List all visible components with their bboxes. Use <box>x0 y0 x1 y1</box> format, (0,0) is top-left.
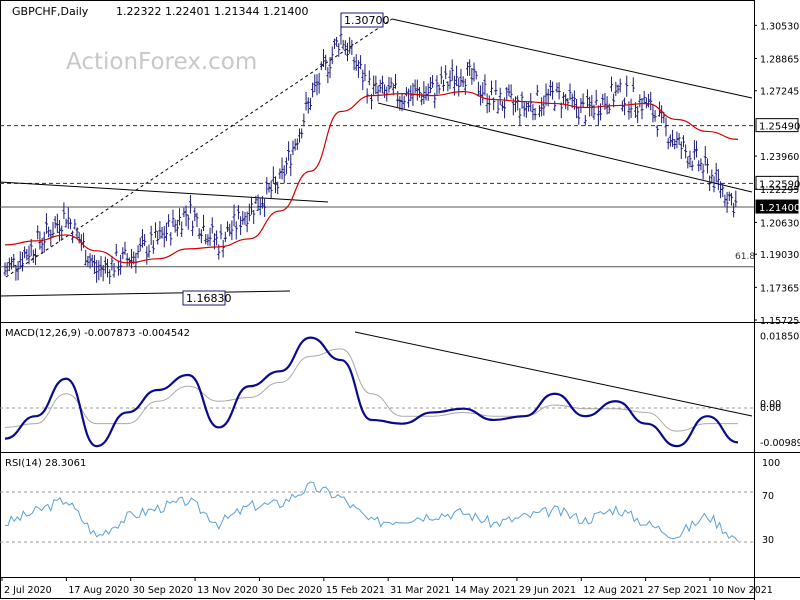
fib-label: 61.8 <box>735 252 755 262</box>
time-tick-label: 14 May 2021 <box>455 585 517 596</box>
time-tick-label: 15 Feb 2021 <box>326 585 385 596</box>
trend-line <box>0 181 329 203</box>
macd-tick-label: 0.00 <box>760 403 781 414</box>
rsi-line <box>4 481 739 542</box>
high-label: 1.30700 <box>344 14 390 27</box>
ohlc-readout: 1.22322 1.22401 1.21344 1.21400 <box>116 5 308 18</box>
macd-line <box>4 336 739 448</box>
rsi-axis: 100 70 30 <box>762 458 780 546</box>
price-tick-label: 1.23960 <box>760 152 799 163</box>
macd-axis: 0.0185080.000.00-0.009891 <box>760 332 800 449</box>
sma-line <box>4 91 739 264</box>
price-tick-label: 1.19030 <box>760 250 799 261</box>
trend-line <box>391 18 753 99</box>
time-tick-label: 27 Sep 2021 <box>648 585 708 596</box>
rsi-tick-label: 100 <box>762 458 780 469</box>
time-tick-label: 30 Sep 2020 <box>133 585 193 596</box>
trend-line <box>377 102 753 193</box>
price-tick-label: 1.22295 <box>760 185 799 196</box>
price-tick-label: 1.21400 <box>759 203 800 214</box>
macd-trend-line <box>354 331 753 417</box>
price-tick-label: 1.28865 <box>760 54 799 65</box>
chart-frame <box>0 0 755 599</box>
time-tick-label: 30 Dec 2020 <box>261 585 322 596</box>
watermark: ActionForex.com <box>66 49 257 75</box>
price-tick-label: 1.15725 <box>760 316 799 327</box>
macd-tick-label: 0.018508 <box>760 332 800 343</box>
time-axis: 2 Jul 2020 17 Aug 2020 30 Sep 2020 13 Nov 2… <box>1 577 773 596</box>
rsi-tick-label: 30 <box>762 535 774 546</box>
price-tick-label: 1.25490 <box>759 122 800 133</box>
time-tick-label: 29 Jun 2021 <box>519 585 576 596</box>
time-tick-label: 2 Jul 2020 <box>4 585 52 596</box>
time-tick-label: 31 Mar 2021 <box>390 585 450 596</box>
price-level-lines <box>0 125 754 268</box>
low-label: 1.16830 <box>186 292 232 305</box>
trend-line <box>0 290 291 297</box>
price-tick-label: 1.17365 <box>760 283 799 294</box>
time-tick-label: 12 Aug 2021 <box>583 585 644 596</box>
price-axis: 1.305301.288651.272451.254901.239601.225… <box>754 21 800 327</box>
time-tick-label: 13 Nov 2020 <box>197 585 258 596</box>
macd-label: MACD(12,26,9) -0.007873 -0.004542 <box>5 328 190 339</box>
price-tick-label: 1.20630 <box>760 218 799 229</box>
rsi-label: RSI(14) 28.3061 <box>5 458 86 469</box>
macd-tick-label: -0.009891 <box>760 438 800 449</box>
time-tick-label: 17 Aug 2020 <box>68 585 129 596</box>
time-tick-label: 10 Nov 2021 <box>712 585 773 596</box>
price-tick-label: 1.30530 <box>760 21 799 32</box>
forex-chart: GBPCHF,Daily 1.22322 1.22401 1.21344 1.2… <box>0 0 800 600</box>
chart-title: GBPCHF,Daily <box>12 5 89 18</box>
rsi-tick-label: 70 <box>762 491 774 502</box>
price-tick-label: 1.27245 <box>760 87 799 98</box>
